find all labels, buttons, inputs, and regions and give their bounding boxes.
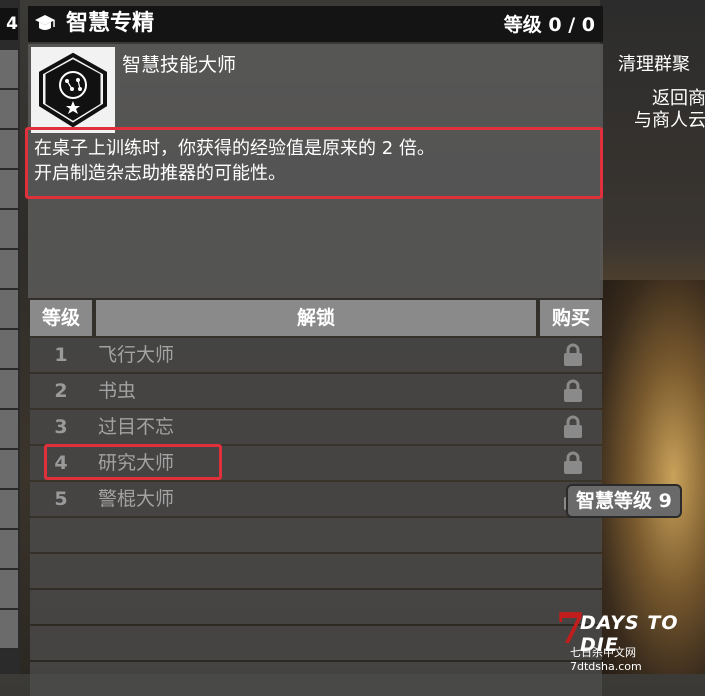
background-scene-right [600,0,705,300]
quest-text: 清理群聚 [618,54,690,75]
lock-icon[interactable] [562,379,584,403]
skill-info-panel: 智慧技能大师 在桌子上训练时，你获得的经验值是原来的 2 倍。 开启制造杂志助推… [25,44,603,298]
skill-name: 智慧技能大师 [122,54,237,76]
left-column-cell[interactable] [0,370,18,410]
row-level: 5 [54,488,68,510]
perk-table-body: 1 飞行大师 2 书虫 3 过目不忘 4 研究大师 5 警棍大师 [28,338,603,696]
row-unlock-name: 书虫 [98,380,137,402]
left-column-cell[interactable] [0,410,18,450]
skill-icon-frame [31,47,115,133]
empty-row [30,662,602,696]
left-column-cell[interactable] [0,530,18,570]
row-unlock-name: 过目不忘 [98,416,175,438]
perk-level-counter: 等级 0 / 0 [503,14,595,36]
left-column-cell[interactable] [0,170,18,210]
unlock-highlight-box [44,444,222,480]
page-title: 智慧专精 [66,11,155,36]
perk-header: 智慧专精 等级 0 / 0 [28,6,603,42]
lock-icon[interactable] [562,343,584,367]
graduation-cap-icon [35,15,55,30]
table-row[interactable]: 2 书虫 [30,374,602,408]
column-header-unlock: 解锁 [96,300,536,336]
row-unlock-name: 飞行大师 [98,344,175,366]
left-skill-column: 4 [0,0,20,674]
lock-icon[interactable] [562,451,584,475]
description-line: 开启制造杂志助推器的可能性。 [34,163,286,184]
left-column-cell[interactable] [0,290,18,330]
skill-description: 在桌子上训练时，你获得的经验值是原来的 2 倍。 开启制造杂志助推器的可能性。 [34,136,435,186]
brain-skill-icon [39,52,107,128]
table-row[interactable]: 1 飞行大师 [30,338,602,372]
left-column-cell[interactable] [0,130,18,170]
column-header-buy: 购买 [540,300,602,336]
left-column-number: 4 [0,8,18,40]
row-level: 1 [54,344,68,366]
column-header-level: 等级 [30,300,92,336]
empty-row [30,626,602,660]
requirement-tooltip: 智慧等级 9 [566,484,682,518]
perk-table-header: 等级 解锁 购买 [28,300,603,336]
table-row[interactable]: 5 警棍大师 [30,482,602,516]
left-column-cell[interactable] [0,610,18,650]
left-column-cell[interactable] [0,490,18,530]
row-level: 3 [54,416,68,438]
table-row[interactable]: 3 过目不忘 [30,410,602,444]
left-column-cell[interactable] [0,330,18,370]
left-column-cell[interactable] [0,210,18,250]
left-column-cell[interactable] [0,450,18,490]
empty-row [30,518,602,552]
left-column-cell[interactable] [0,250,18,290]
row-unlock-name: 警棍大师 [98,488,175,510]
left-column-cell[interactable] [0,50,18,90]
description-line: 在桌子上训练时，你获得的经验值是原来的 2 倍。 [34,138,435,159]
empty-row [30,554,602,588]
lock-icon[interactable] [562,415,584,439]
left-column-cell[interactable] [0,570,18,610]
empty-row [30,590,602,624]
left-column-cell[interactable] [0,90,18,130]
logo-subtitle: 七日杀中文网 7dtdsha.com [570,646,642,673]
quest-text: 与商人云 [634,110,705,131]
row-level: 2 [54,380,68,402]
game-logo-watermark: 7 DAYS TO DIE 七日杀中文网 7dtdsha.com [556,606,705,674]
description-highlight-box: 在桌子上训练时，你获得的经验值是原来的 2 倍。 开启制造杂志助推器的可能性。 [25,127,603,199]
